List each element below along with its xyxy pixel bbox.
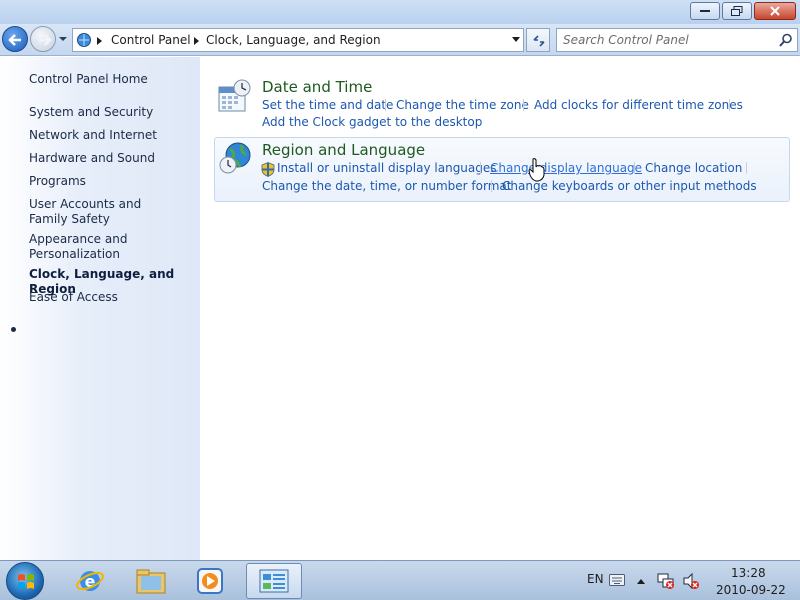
search-icon[interactable] [779, 33, 793, 47]
minimize-icon [700, 10, 710, 12]
address-bar[interactable]: Control Panel Clock, Language, and Regio… [72, 28, 524, 52]
refresh-icon [533, 35, 545, 47]
link-install-display-languages[interactable]: Install or uninstall display languages [277, 161, 497, 175]
sidebar: Control Panel Home System and Security N… [0, 57, 200, 560]
link-add-clock-gadget[interactable]: Add the Clock gadget to the desktop [262, 115, 482, 129]
chevron-down-icon[interactable] [511, 36, 521, 44]
breadcrumb-separator-icon [194, 37, 199, 45]
window-titlebar [0, 0, 800, 24]
control-panel-window-icon [259, 569, 289, 593]
back-button[interactable] [2, 26, 28, 52]
language-indicator[interactable]: EN [587, 572, 604, 586]
clock-date[interactable]: 2010-09-22 [716, 583, 786, 597]
windows-logo-icon [18, 574, 34, 589]
calendar-clock-icon [218, 79, 251, 112]
volume-muted-icon[interactable] [682, 572, 700, 590]
clock-time[interactable]: 13:28 [731, 566, 766, 580]
folder-icon [136, 569, 166, 594]
hand-cursor-icon [528, 158, 545, 182]
link-separator [491, 180, 492, 192]
sidebar-item-system-security[interactable]: System and Security [29, 105, 194, 120]
uac-shield-icon [261, 162, 275, 177]
active-item-bullet [11, 327, 16, 332]
link-set-time-date[interactable]: Set the time and date [262, 98, 393, 112]
chevron-down-icon [59, 37, 67, 41]
keyboard-icon[interactable] [609, 574, 625, 586]
start-button[interactable] [6, 562, 44, 600]
window-controls [690, 2, 796, 20]
taskbar-internet-explorer[interactable]: e [62, 563, 118, 599]
forward-button[interactable] [30, 26, 56, 52]
link-separator [523, 99, 524, 111]
taskbar-windows-explorer[interactable] [123, 563, 179, 599]
control-panel-icon [77, 33, 91, 47]
globe-clock-icon [219, 142, 251, 174]
close-icon [770, 6, 780, 16]
link-change-location[interactable]: Change location [645, 161, 742, 175]
sidebar-item-programs[interactable]: Programs [29, 174, 194, 189]
refresh-button[interactable] [526, 28, 550, 52]
taskbar: e EN 13:28 2010-09-22 [0, 560, 800, 600]
sidebar-item-user-accounts[interactable]: User Accounts and Family Safety [29, 197, 179, 227]
taskbar-control-panel[interactable] [246, 563, 302, 599]
breadcrumb-control-panel[interactable]: Control Panel [111, 33, 191, 47]
internet-explorer-icon: e [76, 571, 104, 591]
link-separator [634, 162, 635, 174]
recent-pages-dropdown[interactable] [58, 32, 68, 46]
link-change-date-time-format[interactable]: Change the date, time, or number format [262, 179, 511, 193]
arrow-right-icon [39, 34, 52, 46]
search-input[interactable] [563, 32, 773, 48]
arrow-left-icon [8, 34, 21, 46]
link-change-display-language[interactable]: Change display language [490, 161, 642, 175]
main-content: Date and Time Set the time and date Chan… [200, 57, 800, 560]
sidebar-item-hardware-sound[interactable]: Hardware and Sound [29, 151, 194, 166]
sidebar-item-appearance[interactable]: Appearance and Personalization [29, 232, 139, 262]
taskbar-media-player[interactable] [182, 563, 238, 599]
close-button[interactable] [754, 2, 796, 20]
sidebar-item-ease-of-access[interactable]: Ease of Access [29, 290, 194, 305]
minimize-button[interactable] [690, 2, 720, 20]
network-icon[interactable] [657, 572, 675, 590]
link-change-time-zone[interactable]: Change the time zone [396, 98, 529, 112]
sidebar-item-control-panel-home[interactable]: Control Panel Home [29, 72, 194, 87]
link-separator [385, 99, 386, 111]
search-box[interactable] [556, 28, 798, 52]
chevron-up-icon[interactable] [636, 577, 646, 585]
link-separator [480, 162, 481, 174]
restore-icon [731, 6, 743, 16]
link-separator [729, 99, 730, 111]
maximize-button[interactable] [722, 2, 752, 20]
section-title-date-time[interactable]: Date and Time [262, 78, 372, 96]
section-title-region-language[interactable]: Region and Language [262, 141, 425, 159]
sidebar-item-network-internet[interactable]: Network and Internet [29, 128, 194, 143]
link-add-clocks[interactable]: Add clocks for different time zones [534, 98, 743, 112]
navigation-bar: Control Panel Clock, Language, and Regio… [0, 24, 800, 56]
link-separator [746, 162, 747, 174]
breadcrumb-separator-icon [97, 37, 102, 45]
media-player-icon [197, 568, 223, 594]
breadcrumb-clock-language-region[interactable]: Clock, Language, and Region [206, 33, 381, 47]
